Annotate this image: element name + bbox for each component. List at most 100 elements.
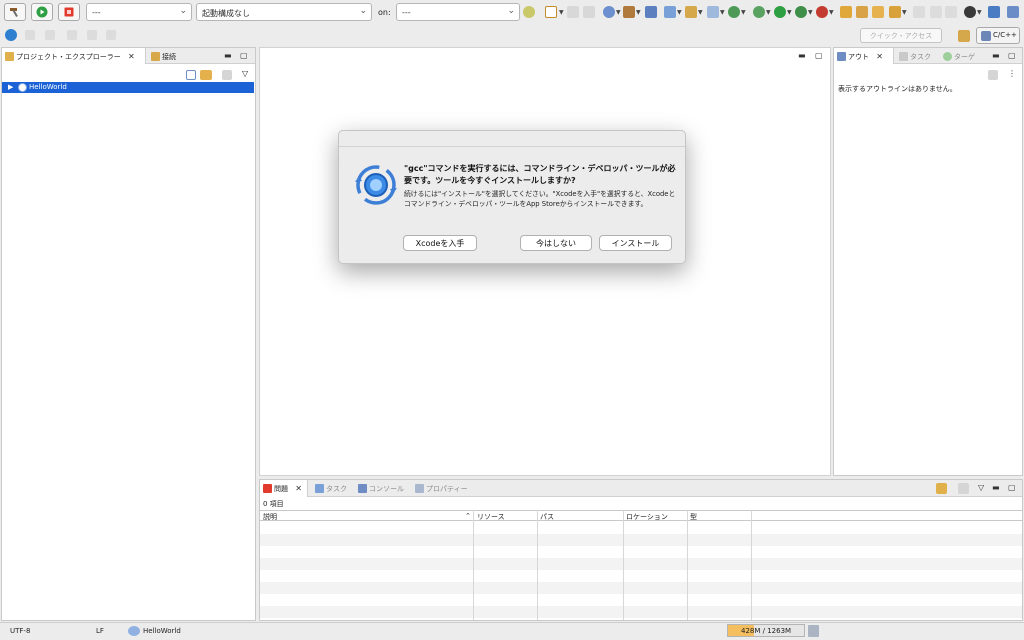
run-icon[interactable] [774,6,786,18]
view-menu-icon[interactable]: ▽ [978,483,984,492]
software-update-icon [355,165,397,205]
chevron-down-icon: ⌄ [359,6,367,16]
tab-tasks[interactable]: タスク [312,480,352,496]
next-annotation-icon [45,30,55,40]
gear-icon[interactable] [603,6,615,18]
gear-icon[interactable] [5,29,17,41]
hammer-icon[interactable] [623,6,635,18]
column-resource[interactable]: リソース [477,512,505,522]
secondary-toolbar: クイック・アクセス C/C++ [0,24,1024,46]
status-project-label: HelloWorld [143,627,181,635]
open-perspective-icon[interactable] [958,30,970,42]
maximize-icon[interactable]: ▢ [1008,51,1016,60]
chevron-down-icon[interactable]: ▼ [902,9,907,16]
minimize-icon[interactable]: ▬ [224,51,232,60]
tree-item-helloworld[interactable]: ▶ HelloWorld [2,82,254,93]
view-menu-icon[interactable]: ▽ [242,69,248,78]
maximize-icon[interactable]: ▢ [815,51,823,60]
chevron-down-icon[interactable]: ▼ [636,9,641,16]
perspective-cpp-button[interactable]: C/C++ [976,27,1020,44]
tab-connections[interactable]: 接続 [148,48,208,64]
tab-properties[interactable]: プロパティー [412,480,476,496]
trash-icon[interactable] [808,625,819,637]
pencil-icon[interactable] [889,6,901,18]
task-icon [315,484,324,493]
focus-icon[interactable] [936,483,947,494]
quick-access-input[interactable]: クイック・アクセス [860,28,942,43]
not-now-button[interactable]: 今はしない [520,235,592,251]
chevron-down-icon[interactable]: ▼ [720,9,725,16]
chevron-down-icon: ⌄ [507,6,515,16]
tab-project-explorer[interactable]: プロジェクト・エクスプローラー ✕ [2,48,146,64]
tab-targets[interactable]: ターゲ [940,48,984,64]
new-icon[interactable] [545,6,557,18]
chevron-down-icon[interactable]: ▼ [766,9,771,16]
tab-label: タスク [910,53,931,61]
launch-config-select[interactable]: 起動構成なし ⌄ [196,3,372,21]
gear-icon[interactable] [523,6,535,18]
stop-button[interactable] [58,3,80,21]
launch-target-select[interactable]: --- ⌄ [396,3,520,21]
chevron-down-icon[interactable]: ▼ [829,9,834,16]
hammer-icon [10,8,18,17]
expand-arrow-icon[interactable]: ▶ [8,83,13,91]
run-button[interactable] [31,3,53,21]
open-type-icon[interactable] [856,6,868,18]
heap-status[interactable]: 428M / 1263M [727,624,805,637]
chevron-down-icon[interactable]: ▼ [698,9,703,16]
sort-asc-icon[interactable]: ⌃ [465,512,471,520]
minimize-icon[interactable]: ▬ [798,51,806,60]
launch-mode-value: --- [92,8,101,17]
user-icon[interactable] [964,6,976,18]
chevron-down-icon[interactable]: ▼ [787,9,792,16]
launch-mode-select[interactable]: --- ⌄ [86,3,192,21]
minimize-icon[interactable]: ▬ [992,483,1000,492]
column-type[interactable]: 型 [690,512,697,522]
build-button[interactable] [4,3,26,21]
install-tools-dialog: "gcc"コマンドを実行するには、コマンドライン・デベロッパ・ツールが必要です。… [338,130,686,264]
tab-problems[interactable]: 問題 ✕ [260,480,308,497]
close-icon[interactable]: ✕ [128,52,135,61]
chevron-down-icon[interactable]: ▼ [677,9,682,16]
install-button[interactable]: インストール [599,235,672,251]
monitor-icon[interactable] [988,6,1000,18]
chevron-down-icon[interactable]: ▼ [808,9,813,16]
view-menu-icon[interactable]: ⋮ [1008,69,1016,78]
tab-label: アウト [848,53,869,61]
new-folder-icon[interactable] [685,6,697,18]
close-icon[interactable]: ✕ [295,484,302,493]
chevron-down-icon[interactable]: ▼ [616,9,621,16]
maximize-icon[interactable]: ▢ [240,51,248,60]
tab-tasks[interactable]: タスク [896,48,940,64]
tree-item-label: HelloWorld [29,83,67,91]
column-description[interactable]: 説明 [263,512,277,522]
tab-console[interactable]: コンソール [355,480,411,496]
debug-icon[interactable] [753,6,765,18]
problems-count: 0 項目 [263,500,284,508]
history-icon [106,30,116,40]
new-file-icon[interactable] [707,6,719,18]
chevron-down-icon[interactable]: ▼ [741,9,746,16]
external-tools-icon[interactable] [816,6,828,18]
chevron-down-icon[interactable]: ▼ [559,9,564,16]
coverage-icon[interactable] [795,6,807,18]
chevron-down-icon[interactable]: ▼ [977,9,982,16]
maximize-icon[interactable]: ▢ [1008,483,1016,492]
chat-icon[interactable] [1007,6,1019,18]
column-location[interactable]: ロケーション [626,512,668,522]
collapse-all-icon[interactable] [186,70,196,80]
close-icon[interactable]: ✕ [876,52,883,61]
get-xcode-button[interactable]: Xcodeを入手 [403,235,477,251]
open-folder-icon[interactable] [840,6,852,18]
minimize-icon[interactable]: ▬ [992,51,1000,60]
link-editor-icon[interactable] [200,70,212,80]
sort-icon [988,70,998,80]
status-bar: UTF-8 LF HelloWorld [0,622,1024,640]
grid-icon[interactable] [645,6,657,18]
new-class-icon[interactable] [664,6,676,18]
table-row [260,582,1022,594]
refresh-icon[interactable] [728,6,740,18]
tab-outline[interactable]: アウト ✕ [834,48,894,64]
column-path[interactable]: パス [540,512,554,522]
open-resource-icon[interactable] [872,6,884,18]
